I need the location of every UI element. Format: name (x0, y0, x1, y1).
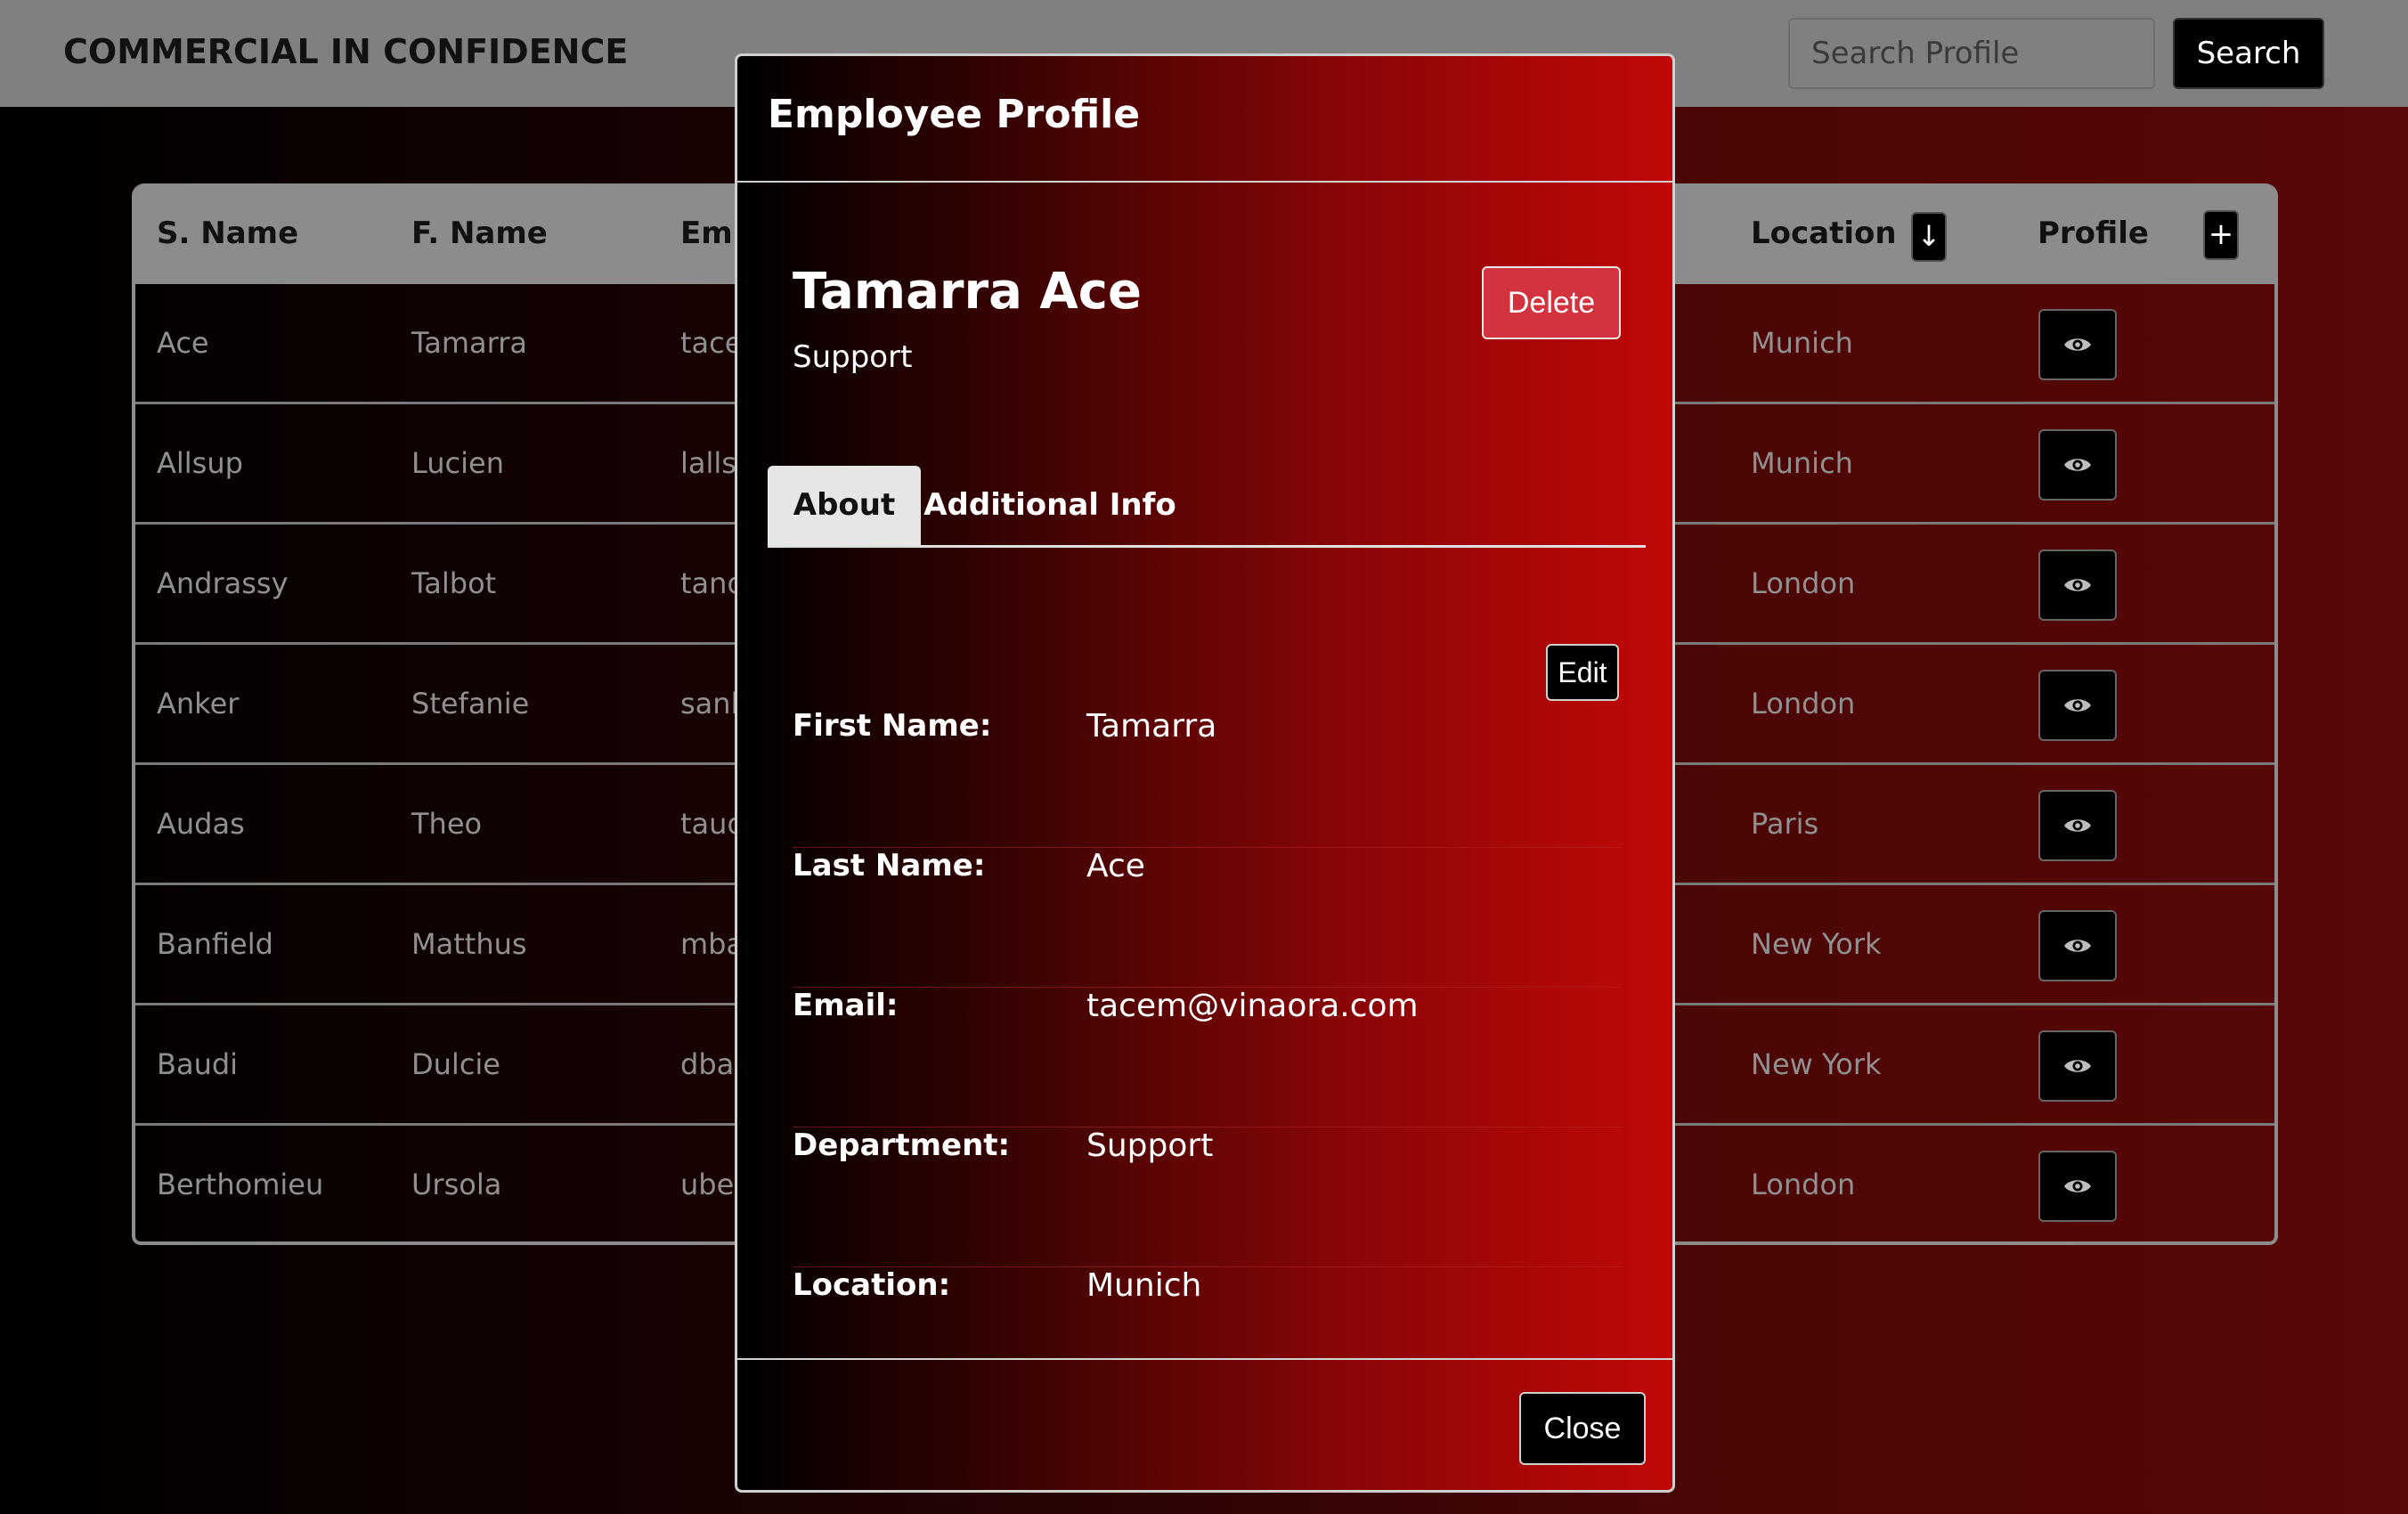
cell-location: Munich (1751, 446, 1853, 480)
tab-additional-info[interactable]: Additional Info (921, 466, 1179, 545)
eye-icon (2064, 579, 2091, 591)
column-header-surname: S. Name (157, 216, 299, 251)
field-value: tacem@vinaora.com (1086, 988, 1419, 1024)
employee-profile-modal: Employee Profile Tamarra Ace Support Del… (735, 53, 1675, 1493)
cell-first-name: Ursola (411, 1168, 502, 1201)
column-header-location: Location (1751, 216, 1897, 251)
view-profile-button[interactable] (2038, 1151, 2117, 1222)
field-last-name: Last Name: Ace (793, 848, 1623, 988)
cell-first-name: Lucien (411, 446, 504, 480)
delete-button[interactable]: Delete (1482, 266, 1621, 339)
view-profile-button[interactable] (2038, 790, 2117, 861)
cell-surname: Anker (157, 687, 240, 720)
cell-first-name: Stefanie (411, 687, 530, 720)
field-label: First Name: (793, 708, 992, 744)
plus-icon: + (2208, 216, 2234, 252)
field-label: Email: (793, 988, 899, 1023)
cell-surname: Berthomieu (157, 1168, 324, 1201)
field-value: Tamarra (1086, 708, 1217, 745)
field-value: Support (1086, 1127, 1214, 1164)
cell-surname: Andrassy (157, 566, 289, 600)
eye-icon (2064, 459, 2091, 471)
column-header-profile: Profile (2038, 216, 2149, 251)
field-department: Department: Support (793, 1127, 1623, 1267)
eye-icon (2064, 699, 2091, 712)
sort-location-button[interactable]: ↓ (1911, 212, 1947, 262)
add-profile-button[interactable]: + (2203, 210, 2239, 260)
cell-email: lalls (680, 446, 736, 480)
eye-icon (2064, 819, 2091, 832)
search-button[interactable]: Search (2173, 18, 2324, 89)
cell-first-name: Matthus (411, 927, 527, 961)
brand-title: COMMERCIAL IN CONFIDENCE (63, 32, 629, 71)
column-header-email: Em (680, 216, 733, 251)
arrow-down-icon: ↓ (1916, 219, 1941, 253)
cell-email: ube (680, 1168, 735, 1201)
cell-email: dba (680, 1047, 735, 1081)
modal-header: Employee Profile (737, 56, 1672, 183)
search-input[interactable] (1788, 18, 2155, 89)
employee-department: Support (793, 339, 913, 375)
cell-location: London (1751, 1168, 1856, 1201)
view-profile-button[interactable] (2038, 309, 2117, 380)
cell-surname: Ace (157, 326, 209, 360)
cell-surname: Audas (157, 807, 245, 841)
view-profile-button[interactable] (2038, 429, 2117, 501)
cell-surname: Allsup (157, 446, 243, 480)
cell-location: Paris (1751, 807, 1819, 841)
modal-title: Employee Profile (768, 92, 1141, 137)
field-label: Location: (793, 1267, 951, 1303)
eye-icon (2064, 338, 2091, 351)
view-profile-button[interactable] (2038, 910, 2117, 981)
eye-icon (2064, 1060, 2091, 1072)
cell-surname: Baudi (157, 1047, 239, 1081)
modal-footer: Close (737, 1358, 1672, 1490)
edit-button[interactable]: Edit (1546, 644, 1619, 701)
tab-about[interactable]: About (768, 466, 921, 545)
field-first-name: First Name: Tamarra (793, 708, 1623, 848)
field-label: Department: (793, 1127, 1011, 1163)
eye-icon (2064, 940, 2091, 952)
cell-location: New York (1751, 927, 1882, 961)
cell-email: tace (680, 326, 743, 360)
cell-first-name: Theo (411, 807, 483, 841)
view-profile-button[interactable] (2038, 670, 2117, 741)
cell-location: New York (1751, 1047, 1882, 1081)
cell-first-name: Dulcie (411, 1047, 500, 1081)
field-email: Email: tacem@vinaora.com (793, 988, 1623, 1127)
view-profile-button[interactable] (2038, 549, 2117, 621)
close-button[interactable]: Close (1519, 1392, 1646, 1465)
cell-location: Munich (1751, 326, 1853, 360)
field-label: Last Name: (793, 848, 986, 883)
cell-location: London (1751, 687, 1856, 720)
column-header-first-name: F. Name (411, 216, 548, 251)
cell-first-name: Tamarra (411, 326, 527, 360)
field-value: Munich (1086, 1267, 1202, 1304)
view-profile-button[interactable] (2038, 1030, 2117, 1102)
profile-tabs: About Additional Info (768, 466, 1646, 548)
cell-location: London (1751, 566, 1856, 600)
cell-first-name: Talbot (411, 566, 497, 600)
eye-icon (2064, 1180, 2091, 1192)
employee-name: Tamarra Ace (793, 263, 1142, 321)
field-value: Ace (1086, 848, 1145, 884)
cell-surname: Banfield (157, 927, 273, 961)
